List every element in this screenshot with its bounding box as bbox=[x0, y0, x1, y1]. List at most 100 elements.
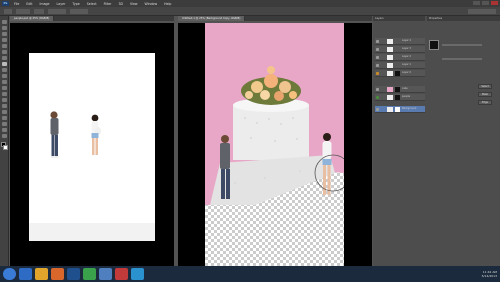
window-controls bbox=[473, 1, 498, 5]
app-icon[interactable] bbox=[131, 268, 144, 280]
doc1-tab-row: people.psd @ 25% (RGB/8) bbox=[10, 16, 174, 21]
menu-image[interactable]: Image bbox=[40, 2, 50, 6]
layer-thumbnail bbox=[387, 107, 393, 112]
history-brush-tool-icon[interactable] bbox=[2, 74, 7, 78]
menu-window[interactable]: Window bbox=[145, 2, 158, 6]
layer-row[interactable]: Layer 2 bbox=[375, 54, 425, 61]
taskbar: 11:42 AM 5/14/2013 bbox=[0, 266, 500, 282]
menu-view[interactable]: View bbox=[130, 2, 138, 6]
flow-field[interactable] bbox=[70, 9, 88, 14]
eye-icon[interactable] bbox=[376, 88, 379, 91]
menu-select[interactable]: Select bbox=[87, 2, 97, 6]
mask-button[interactable]: Mask bbox=[478, 92, 492, 97]
system-clock[interactable]: 11:42 AM 5/14/2013 bbox=[482, 270, 497, 278]
eye-icon[interactable] bbox=[376, 56, 379, 59]
ie-icon[interactable] bbox=[19, 268, 32, 280]
eye-icon[interactable] bbox=[376, 48, 379, 51]
layer-mask-thumbnail[interactable] bbox=[395, 87, 400, 92]
document-window-1[interactable] bbox=[10, 23, 174, 267]
options-bar bbox=[0, 7, 500, 16]
layer-row[interactable]: Layer 3 bbox=[375, 46, 425, 53]
type-tool-icon[interactable] bbox=[2, 110, 7, 114]
eraser-tool-icon[interactable] bbox=[2, 80, 7, 84]
close-button[interactable] bbox=[491, 1, 498, 5]
tab-layers[interactable]: Layers bbox=[373, 16, 425, 21]
menu-edit[interactable]: Edit bbox=[26, 2, 32, 6]
menu-bar: Ps File Edit Image Layer Type Select Fil… bbox=[0, 0, 500, 7]
layer-row-selected[interactable]: Background bbox=[375, 106, 425, 113]
eye-icon[interactable] bbox=[376, 64, 379, 67]
document-window-2[interactable] bbox=[178, 23, 372, 270]
background-color-swatch[interactable] bbox=[3, 145, 8, 150]
select-button[interactable]: Select bbox=[478, 84, 492, 89]
minimize-button[interactable] bbox=[473, 1, 480, 5]
edge-button[interactable]: Edge bbox=[478, 100, 492, 105]
zoom-tool-icon[interactable] bbox=[2, 134, 7, 138]
layer-mask-thumbnail[interactable] bbox=[395, 95, 400, 100]
tab-properties[interactable]: Properties bbox=[427, 16, 500, 21]
layer-name: cake bbox=[402, 87, 408, 90]
people-photo bbox=[29, 111, 155, 241]
path-select-tool-icon[interactable] bbox=[2, 116, 7, 120]
eyedropper-tool-icon[interactable] bbox=[2, 50, 7, 54]
canvas-people[interactable] bbox=[29, 53, 155, 241]
layer-mask-thumbnail[interactable] bbox=[395, 71, 400, 76]
layer-name: Layer 3 bbox=[402, 47, 411, 50]
app-icon[interactable] bbox=[99, 268, 112, 280]
eye-icon[interactable] bbox=[376, 40, 379, 43]
layer-row[interactable]: cake bbox=[375, 86, 425, 93]
layer-row[interactable]: Layer 1 bbox=[375, 62, 425, 69]
media-player-icon[interactable] bbox=[51, 268, 64, 280]
canvas-cake[interactable] bbox=[205, 23, 344, 270]
marquee-tool-icon[interactable] bbox=[2, 26, 7, 30]
pen-tool-icon[interactable] bbox=[2, 104, 7, 108]
blur-tool-icon[interactable] bbox=[2, 92, 7, 96]
menu-filter[interactable]: Filter bbox=[104, 2, 112, 6]
layer-name: people bbox=[402, 95, 411, 98]
menu-help[interactable]: Help bbox=[164, 2, 171, 6]
layer-row[interactable]: Layer 0 bbox=[375, 70, 425, 77]
tab-doc1[interactable]: people.psd @ 25% (RGB/8) bbox=[10, 16, 55, 21]
layer-thumbnail bbox=[387, 39, 393, 44]
menu-type[interactable]: Type bbox=[72, 2, 79, 6]
photoshop-logo-icon: Ps bbox=[2, 1, 9, 6]
lasso-tool-icon[interactable] bbox=[2, 32, 7, 36]
start-button-icon[interactable] bbox=[3, 268, 16, 280]
mode-dropdown[interactable] bbox=[34, 9, 44, 14]
move-tool-icon[interactable] bbox=[2, 20, 7, 24]
opacity-field[interactable] bbox=[48, 9, 66, 14]
maximize-button[interactable] bbox=[482, 1, 489, 5]
eye-icon[interactable] bbox=[376, 96, 379, 99]
dodge-tool-icon[interactable] bbox=[2, 98, 7, 102]
brush-tool-icon[interactable] bbox=[2, 62, 7, 66]
app-icon[interactable] bbox=[115, 268, 128, 280]
layer-mask-thumbnail[interactable] bbox=[395, 107, 400, 112]
healing-tool-icon[interactable] bbox=[2, 56, 7, 60]
photoshop-taskbar-icon[interactable] bbox=[67, 268, 80, 280]
clock-date: 5/14/2013 bbox=[481, 274, 497, 278]
eye-icon[interactable] bbox=[376, 108, 379, 111]
workspace-dropdown[interactable] bbox=[468, 9, 496, 14]
hand-tool-icon[interactable] bbox=[2, 128, 7, 132]
tab-doc2[interactable]: Untitled-1 @ 25% (Background Copy, RGB/8… bbox=[178, 16, 246, 21]
shape-tool-icon[interactable] bbox=[2, 122, 7, 126]
eye-icon[interactable] bbox=[376, 72, 379, 75]
quick-select-tool-icon[interactable] bbox=[2, 38, 7, 42]
explorer-icon[interactable] bbox=[35, 268, 48, 280]
layer-name: Layer 0 bbox=[402, 71, 411, 74]
layer-row[interactable]: Layer 4 bbox=[375, 38, 425, 45]
layer-thumbnail bbox=[387, 47, 393, 52]
gradient-tool-icon[interactable] bbox=[2, 86, 7, 90]
density-slider[interactable] bbox=[442, 44, 482, 46]
menu-file[interactable]: File bbox=[14, 2, 19, 6]
clone-stamp-tool-icon[interactable] bbox=[2, 68, 7, 72]
tool-preset-picker[interactable] bbox=[4, 9, 12, 14]
app-icon[interactable] bbox=[83, 268, 96, 280]
feather-slider[interactable] bbox=[442, 58, 482, 60]
menu-layer[interactable]: Layer bbox=[57, 2, 66, 6]
menu-3d[interactable]: 3D bbox=[118, 2, 122, 6]
layer-row[interactable]: people bbox=[375, 94, 425, 101]
brush-size-picker[interactable] bbox=[16, 9, 30, 14]
layer-thumbnail bbox=[387, 63, 393, 68]
crop-tool-icon[interactable] bbox=[2, 44, 7, 48]
